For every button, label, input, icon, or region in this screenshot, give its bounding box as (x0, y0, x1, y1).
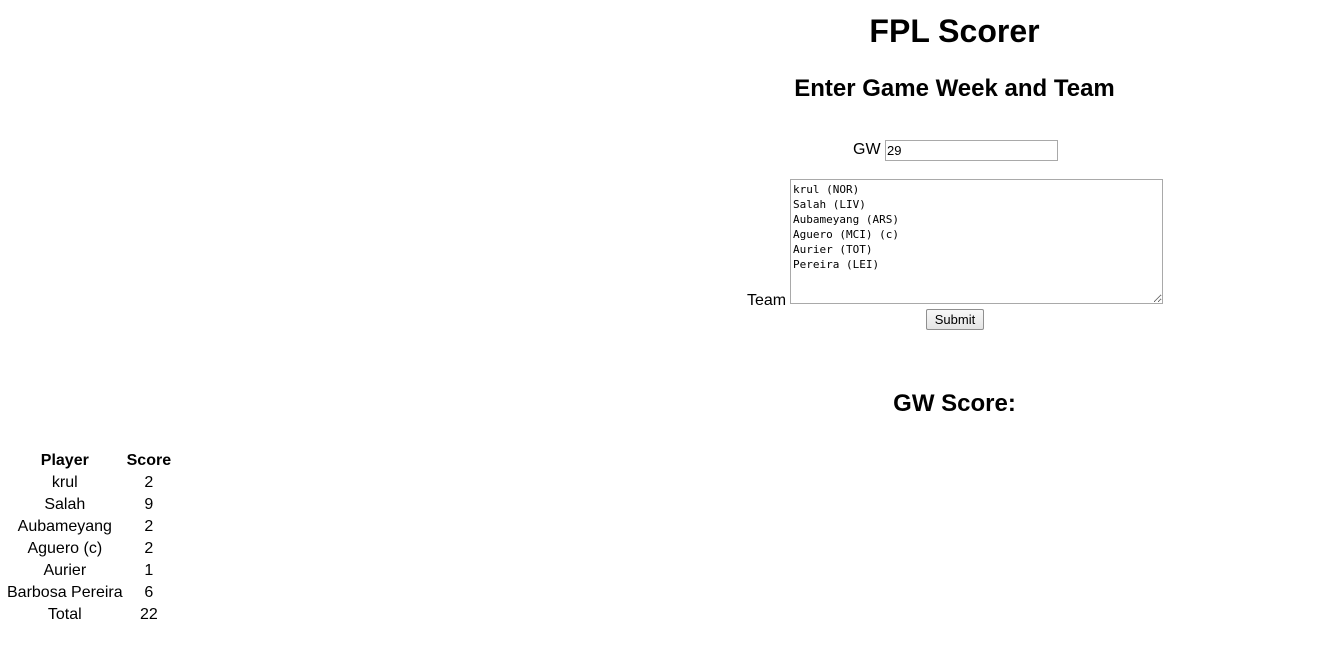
team-textarea[interactable]: krul (NOR) Salah (LIV) Aubameyang (ARS) … (790, 179, 1163, 304)
score-form: GW Team krul (NOR) Salah (LIV) Aubameyan… (578, 138, 1331, 333)
table-row: Aubameyang 2 (6, 517, 172, 537)
player-name-cell: Aguero (c) (27, 540, 103, 557)
game-week-input[interactable] (885, 140, 1058, 161)
team-label: Team (747, 292, 787, 309)
player-name-cell: Barbosa Pereira (7, 584, 123, 601)
page-title: FPL Scorer (869, 13, 1040, 49)
total-score-cell: 22 (139, 606, 158, 623)
table-row: Barbosa Pereira 6 (6, 583, 172, 603)
table-row: Aurier 1 (6, 561, 172, 581)
page: FPL Scorer Enter Game Week and Team GW T… (0, 0, 1331, 664)
player-score-cell: 2 (144, 540, 154, 557)
player-score-cell: 2 (144, 518, 154, 535)
submit-button[interactable]: Submit (926, 309, 984, 330)
player-score-cell: 9 (144, 496, 154, 513)
game-week-label: GW (853, 141, 881, 158)
total-row: Total 22 (6, 605, 172, 625)
player-score-cell: 6 (144, 584, 154, 601)
player-score-cell: 1 (144, 562, 154, 579)
player-name-cell: Salah (44, 496, 86, 513)
table-row: Aguero (c) 2 (6, 539, 172, 559)
player-name-cell: Aubameyang (17, 518, 112, 535)
player-name-cell: krul (51, 474, 78, 491)
score-table: Player Score krul 2 Salah 9 Aubameyang 2… (4, 449, 174, 627)
total-label-cell: Total (47, 606, 82, 623)
player-name-cell: Aurier (43, 562, 87, 579)
form-subtitle: Enter Game Week and Team (794, 75, 1115, 102)
score-column-header: Score (126, 452, 172, 469)
table-row: krul 2 (6, 473, 172, 493)
player-column-header: Player (40, 452, 89, 469)
main-content: FPL Scorer Enter Game Week and Team GW T… (578, 0, 1331, 418)
score-table-header-row: Player Score (6, 451, 172, 471)
gw-score-heading: GW Score: (893, 390, 1016, 417)
table-row: Salah 9 (6, 495, 172, 515)
player-score-cell: 2 (144, 474, 154, 491)
